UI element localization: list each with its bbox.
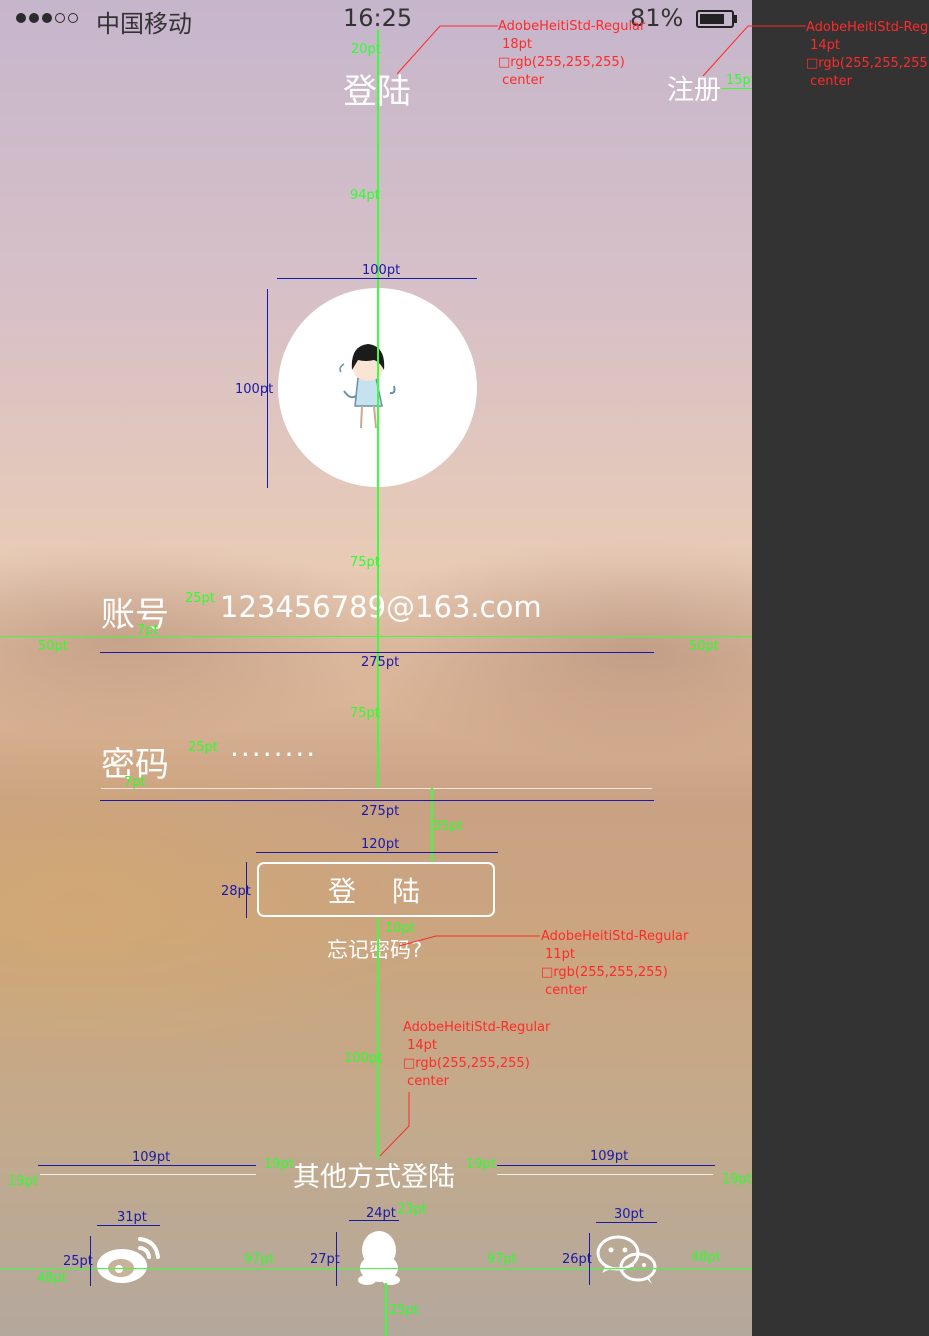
spec-color: rgb(255,255,255) [818, 56, 929, 71]
spec-size: 18pt [502, 37, 533, 52]
spec-note-other: AdobeHeitiStd-Regular 14pt □rgb(255,255,… [403, 1020, 551, 1089]
annotation-leaders [379, 25, 806, 1157]
spec-note-forgot: AdobeHeitiStd-Regular 11pt □rgb(255,255,… [541, 929, 689, 998]
spec-align: center [810, 74, 852, 89]
spec-align: center [545, 983, 587, 998]
spec-color: rgb(255,255,255) [510, 55, 625, 70]
spec-color: rgb(255,255,255) [415, 1056, 530, 1071]
spec-align: center [502, 73, 544, 88]
spec-size: 14pt [810, 38, 841, 53]
spec-size: 11pt [545, 947, 576, 962]
spec-font: AdobeHeitiStd-Regular [403, 1020, 551, 1035]
spec-font: AdobeHeitiStd-Regular [541, 929, 689, 944]
spec-color: rgb(255,255,255) [553, 965, 668, 980]
spec-note-register: AdobeHeitiStd-Regu 14pt □rgb(255,255,255… [806, 19, 929, 91]
spec-note-title: AdobeHeitiStd-Regular 18pt □rgb(255,255,… [498, 19, 646, 88]
spec-font: AdobeHeitiStd-Regular [498, 19, 646, 34]
spec-size: 14pt [407, 1038, 438, 1053]
spec-align: center [407, 1074, 449, 1089]
spec-font: AdobeHeitiStd-Regu [806, 20, 929, 35]
